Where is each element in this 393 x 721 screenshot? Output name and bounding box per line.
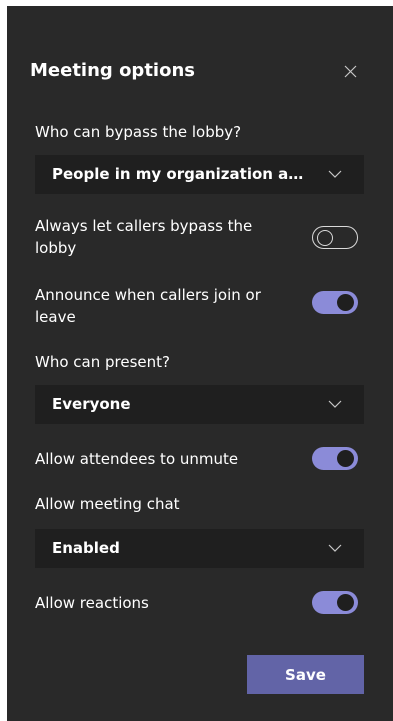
chevron-down-icon	[328, 170, 342, 178]
presenters-value: Everyone	[52, 395, 131, 413]
close-button[interactable]	[340, 61, 360, 81]
toggle-knob	[337, 450, 354, 467]
lobby-bypass-value: People in my organization and ...	[52, 165, 312, 183]
announce-callers-label: Announce when callers join or leave	[35, 286, 261, 326]
reactions-toggle[interactable]	[312, 591, 358, 614]
lobby-bypass-dropdown[interactable]: People in my organization and ...	[35, 155, 364, 194]
presenters-label: Who can present?	[35, 353, 170, 371]
chat-dropdown[interactable]: Enabled	[35, 529, 364, 568]
chevron-down-icon	[328, 400, 342, 408]
panel-title: Meeting options	[30, 60, 195, 81]
toggle-knob	[337, 594, 354, 611]
unmute-label: Allow attendees to unmute	[35, 450, 239, 468]
save-button[interactable]: Save	[247, 655, 364, 694]
chat-value: Enabled	[52, 539, 120, 557]
toggle-knob	[317, 230, 333, 246]
toggle-knob	[337, 294, 354, 311]
unmute-toggle[interactable]	[312, 447, 358, 470]
chat-label: Allow meeting chat	[35, 495, 180, 513]
presenters-dropdown[interactable]: Everyone	[35, 385, 364, 424]
panel-header: Meeting options	[30, 57, 360, 85]
callers-bypass-label: Always let callers bypass the lobby	[35, 217, 253, 257]
announce-callers-toggle[interactable]	[312, 291, 358, 314]
lobby-bypass-label: Who can bypass the lobby?	[35, 123, 242, 141]
callers-bypass-toggle[interactable]	[312, 226, 358, 249]
close-icon	[344, 65, 356, 77]
meeting-options-panel: Meeting options Who can bypass the lobby…	[7, 6, 393, 721]
reactions-label: Allow reactions	[35, 594, 149, 612]
chevron-down-icon	[328, 544, 342, 552]
